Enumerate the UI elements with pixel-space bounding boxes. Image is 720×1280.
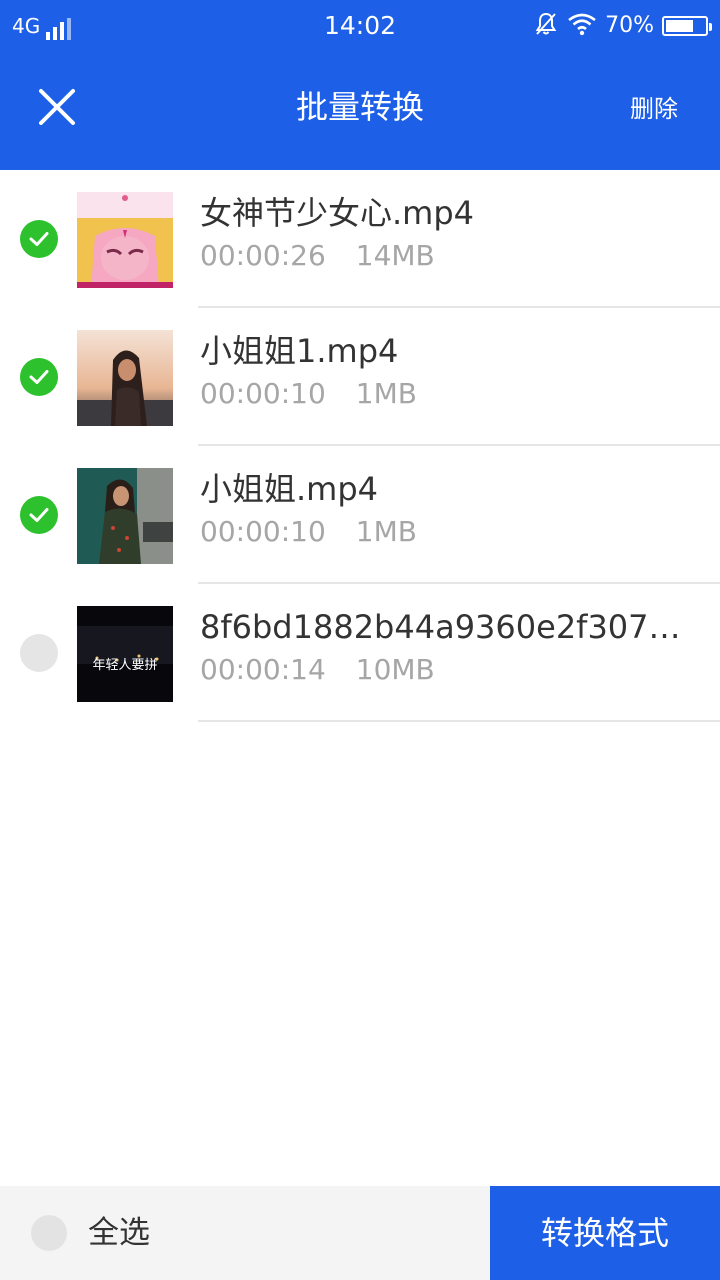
file-name: 女神节少女心.mp4	[200, 194, 475, 232]
file-meta: 00:00:14 10MB	[200, 650, 435, 690]
file-meta: 00:00:26 14MB	[200, 236, 435, 276]
file-size: 1MB	[355, 377, 417, 410]
file-list: 女神节少女心.mp4 00:00:26 14MB 小姐姐1.mp4 00:00:…	[0, 170, 720, 722]
file-row[interactable]: 年轻人要拼 8f6bd1882b44a9360e2f307… 00:00:14 1…	[0, 584, 720, 722]
delete-button[interactable]: 删除	[630, 92, 678, 126]
checkbox-checked[interactable]	[20, 220, 58, 258]
file-meta: 00:00:10 1MB	[200, 512, 417, 552]
file-duration: 00:00:10	[200, 377, 326, 410]
video-thumbnail	[77, 330, 173, 426]
file-size: 10MB	[355, 653, 435, 686]
file-size: 1MB	[355, 515, 417, 548]
thumb-caption: 年轻人要拼	[92, 658, 157, 673]
select-all-label: 全选	[88, 1215, 150, 1251]
battery-percent: 70%	[605, 13, 654, 38]
mute-bell-icon	[533, 11, 559, 41]
file-duration: 00:00:10	[200, 515, 326, 548]
file-duration: 00:00:14	[200, 653, 326, 686]
checkbox-checked[interactable]	[20, 358, 58, 396]
video-thumbnail: 年轻人要拼	[77, 606, 173, 702]
checkbox-checked[interactable]	[20, 496, 58, 534]
file-duration: 00:00:26	[200, 239, 326, 272]
video-thumbnail	[77, 192, 173, 288]
file-meta: 00:00:10 1MB	[200, 374, 417, 414]
file-row[interactable]: 女神节少女心.mp4 00:00:26 14MB	[0, 170, 720, 308]
file-name: 小姐姐1.mp4	[200, 332, 399, 370]
select-all-button[interactable]: 全选	[0, 1186, 490, 1280]
wifi-icon	[567, 12, 597, 40]
bottom-bar: 全选 转换格式	[0, 1186, 720, 1280]
convert-format-button[interactable]: 转换格式	[490, 1186, 720, 1280]
file-size: 14MB	[355, 239, 435, 272]
row-divider	[198, 720, 720, 722]
file-row[interactable]: 小姐姐1.mp4 00:00:10 1MB	[0, 308, 720, 446]
file-name: 8f6bd1882b44a9360e2f307…	[200, 608, 681, 646]
battery-icon	[662, 16, 712, 36]
select-all-checkbox[interactable]	[31, 1215, 67, 1251]
status-right: 70%	[533, 10, 712, 42]
header: 批量转换 删除	[0, 52, 720, 170]
file-row[interactable]: 小姐姐.mp4 00:00:10 1MB	[0, 446, 720, 584]
video-thumbnail	[77, 468, 173, 564]
batch-convert-screen: 4G 14:02 70% 批量转换 删除 女神节少女心.mp4 00:00:26…	[0, 0, 720, 1280]
status-bar: 4G 14:02 70%	[0, 0, 720, 52]
top-bar: 4G 14:02 70% 批量转换 删除	[0, 0, 720, 170]
checkbox-unchecked[interactable]	[20, 634, 58, 672]
page-title: 批量转换	[295, 88, 424, 126]
file-name: 小姐姐.mp4	[200, 470, 379, 508]
